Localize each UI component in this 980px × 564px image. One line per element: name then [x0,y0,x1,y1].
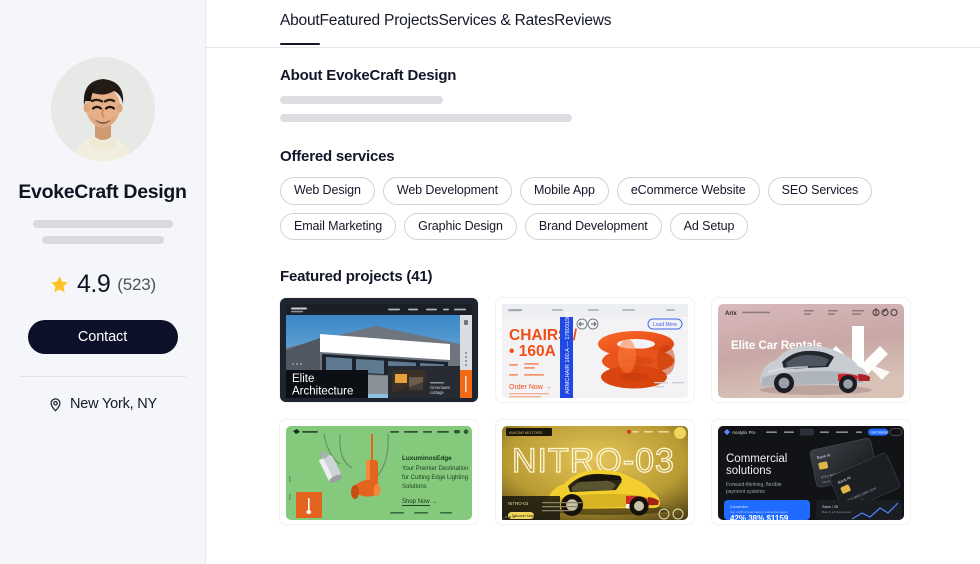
svg-text:Your Premier Destination: Your Premier Destination [402,466,468,472]
skeleton-line [32,220,173,228]
project-card-luminousedge-lighting[interactable]: LuxuminosEdge Your Premier Destination f… [280,420,478,524]
tab-bar: About Featured Projects Services & Rates… [206,0,980,48]
offered-services-section: Offered services Web Design Web Developm… [280,148,980,240]
svg-text:Discover Now: Discover Now [512,514,535,518]
svg-text:Solutions: Solutions [402,484,427,490]
service-chip[interactable]: Web Development [382,177,512,205]
skeleton-line [280,96,443,104]
svg-text:payment systems: payment systems [726,489,765,495]
about-skeleton-lines [280,96,980,122]
service-chip[interactable]: Web Design [280,177,375,205]
tab-about[interactable]: About [280,12,320,45]
avatar-container [0,57,205,161]
offered-services-heading: Offered services [280,148,395,165]
location-text: New York, NY [69,396,158,412]
project-card-chairs-160a[interactable]: CHAIRS / • 160A Order Now → ARMCHAIR 160… [496,298,694,402]
service-chip[interactable]: Brand Development [524,212,662,240]
content-area: About EvokeCraft Design Offered services… [206,48,980,524]
svg-text:solutions: solutions [726,465,772,477]
star-icon [49,274,70,295]
svg-text:Conversion: Conversion [730,505,748,509]
svg-text:cottage: cottage [430,390,444,395]
featured-projects-heading: Featured projects (41) [280,268,433,285]
svg-text:42% 38% $1159: 42% 38% $1159 [730,514,789,523]
service-chip[interactable]: Mobile App [519,177,609,205]
svg-text:ARMCHAIR 160.A — 178031504: ARMCHAIR 160.A — 178031504 [565,312,571,394]
service-chip[interactable]: Graphic Design [404,212,517,240]
svg-text:LuxuminosEdge: LuxuminosEdge [402,455,452,462]
svg-text:Architecture: Architecture [292,386,353,398]
svg-text:Get Started: Get Started [871,431,888,435]
rating: 4.9 (523) [0,270,205,299]
svg-text:for Cutting Edge Lighting: for Cutting Edge Lighting [402,475,468,481]
svg-text:AVATAR MOTORS: AVATAR MOTORS [509,430,543,435]
rating-value: 4.9 [77,270,111,298]
featured-projects-section: Featured projects (41) Elite Architectur… [280,268,980,524]
map-pin-icon [48,397,63,412]
svg-text:Best in all businesses: Best in all businesses [822,510,851,514]
service-chip[interactable]: Ad Setup [669,212,749,240]
svg-text:Arix: Arix [725,311,737,317]
tab-services-rates[interactable]: Services & Rates [438,12,554,45]
service-chip[interactable]: SEO Services [767,177,873,205]
service-chip[interactable]: Email Marketing [280,212,397,240]
main-content: About Featured Projects Services & Rates… [206,0,980,564]
svg-text:Commercial: Commercial [726,453,787,465]
svg-text:Order Now →: Order Now → [509,384,552,391]
profile-page: EvokeCraft Design 4.9 (523) Contact New … [0,0,980,564]
sidebar-divider [19,376,186,377]
service-chip[interactable]: eCommerce Website [616,177,760,205]
project-card-grid: Elite Architecture Greenlawn cottage CHA… [280,298,980,524]
skeleton-line [280,114,572,122]
profile-sidebar: EvokeCraft Design 4.9 (523) Contact New … [0,0,206,564]
skeleton-line [41,236,164,244]
service-chip-list: Web Design Web Development Mobile App eC… [280,177,920,240]
svg-text:Sales / 08: Sales / 08 [822,505,838,509]
svg-text:Forward-thinking, flexible: Forward-thinking, flexible [726,482,782,488]
svg-text:Shop Now →: Shop Now → [402,499,437,505]
project-card-commercial-solutions[interactable]: Analytix Pro Get Started Commercial solu… [712,420,910,524]
rating-count: (523) [117,274,156,294]
avatar [50,57,155,161]
profile-skeleton-lines [0,220,205,244]
svg-text:Analytix Pro: Analytix Pro [732,430,756,435]
location: New York, NY [0,396,205,412]
tab-featured-projects[interactable]: Featured Projects [320,12,439,45]
svg-text:NITRO-03: NITRO-03 [508,501,529,506]
svg-text:• 160A: • 160A [509,343,556,360]
page-title: EvokeCraft Design [18,181,187,203]
project-card-elite-car-rentals[interactable]: Arix Elite Car Rentals. [712,298,910,402]
project-card-elite-architecture[interactable]: Elite Architecture Greenlawn cottage [280,298,478,402]
svg-text:Elite: Elite [292,373,314,385]
project-card-nitro-03[interactable]: AVATAR MOTORS NITRO-03 NITRO-03 Discover… [496,420,694,524]
about-heading: About EvokeCraft Design [280,67,457,84]
tab-reviews[interactable]: Reviews [554,12,611,45]
svg-text:Load More: Load More [653,322,677,328]
contact-button[interactable]: Contact [27,320,178,354]
